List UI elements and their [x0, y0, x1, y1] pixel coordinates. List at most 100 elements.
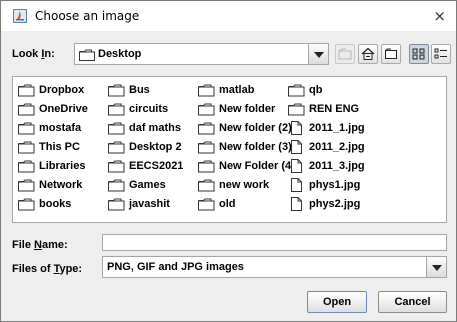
file-list-item-label: Games	[129, 179, 166, 191]
cancel-button[interactable]: Cancel	[378, 291, 447, 313]
folder-icon	[18, 197, 39, 211]
file-icon	[288, 178, 309, 192]
folder-icon	[108, 83, 129, 97]
up-one-level-button[interactable]	[335, 44, 355, 64]
file-icon	[288, 197, 309, 211]
file-list-item-label: phys1.jpg	[309, 179, 361, 191]
folder-icon	[108, 102, 129, 116]
file-list-item-label: New folder	[219, 103, 276, 115]
folder-icon	[18, 102, 39, 116]
file-type-dropdown-button[interactable]	[426, 257, 446, 277]
folder-icon	[288, 83, 309, 97]
list-view-button[interactable]	[409, 44, 429, 64]
home-button[interactable]	[358, 44, 378, 64]
folder-icon	[18, 178, 39, 192]
file-list-item-label: circuits	[129, 103, 169, 115]
file-list-item[interactable]: OneDrive	[18, 101, 88, 117]
window-title: Choose an image	[35, 9, 140, 23]
file-list-item[interactable]: Dropbox	[18, 82, 84, 98]
folder-icon	[108, 121, 129, 135]
file-list-item[interactable]: phys2.jpg	[288, 196, 360, 212]
file-list-item[interactable]: 2011_2.jpg	[288, 139, 365, 155]
file-list-item[interactable]: Desktop 2	[108, 139, 182, 155]
folder-icon	[18, 83, 39, 97]
file-list-item-label: old	[219, 198, 236, 210]
file-list-item[interactable]: New folder	[198, 101, 275, 117]
file-list-item[interactable]: javashit	[108, 196, 170, 212]
file-list-item-label: EECS2021	[129, 160, 184, 172]
file-list-item[interactable]: New folder (3)	[198, 139, 292, 155]
close-icon[interactable]: ×	[433, 7, 446, 25]
folder-icon	[108, 159, 129, 173]
title-bar[interactable]: Choose an image ×	[1, 1, 456, 31]
folder-icon	[198, 197, 219, 211]
file-list-item-label: New Folder (4)	[219, 160, 295, 172]
file-list-item-label: Dropbox	[39, 84, 85, 96]
folder-icon	[198, 178, 219, 192]
java-app-icon	[13, 9, 27, 23]
file-list-item-label: new work	[219, 179, 270, 191]
folder-icon	[79, 49, 95, 64]
file-list[interactable]: Dropbox OneDrive mostafa This PC Libraries Ne…	[12, 76, 447, 223]
file-list-item-label: phys2.jpg	[309, 198, 361, 210]
file-type-value: PNG, GIF and JPG images	[107, 261, 244, 273]
file-list-item[interactable]: New Folder (4)	[198, 158, 295, 174]
look-in-label: Look In:	[12, 48, 55, 60]
look-in-value: Desktop	[98, 48, 142, 60]
details-view-icon	[434, 48, 447, 59]
file-list-item[interactable]: 2011_1.jpg	[288, 120, 365, 136]
up-one-level-icon	[338, 48, 352, 60]
file-list-item-label: Desktop 2	[129, 141, 182, 153]
details-view-button[interactable]	[431, 44, 451, 64]
file-list-item[interactable]: Bus	[108, 82, 150, 98]
file-list-item-label: Bus	[129, 84, 150, 96]
file-list-item[interactable]: New folder (2)	[198, 120, 292, 136]
folder-icon	[198, 159, 219, 173]
file-list-item[interactable]: daf maths	[108, 120, 181, 136]
folder-icon	[198, 83, 219, 97]
file-list-item-label: 2011_2.jpg	[309, 141, 365, 153]
file-type-label: Files of Type:	[12, 263, 83, 275]
file-list-item[interactable]: phys1.jpg	[288, 177, 360, 193]
file-icon	[288, 140, 309, 154]
file-list-item-label: books	[39, 198, 72, 210]
new-folder-button[interactable]	[381, 44, 401, 64]
file-chooser-dialog: Choose an image × Look In: Desktop Dropb…	[0, 0, 457, 322]
folder-icon	[288, 102, 309, 116]
look-in-dropdown-button[interactable]	[308, 44, 328, 64]
open-button[interactable]: Open	[307, 291, 367, 313]
file-list-item[interactable]: 2011_3.jpg	[288, 158, 365, 174]
file-list-item[interactable]: This PC	[18, 139, 80, 155]
file-list-item-label: daf maths	[129, 122, 181, 134]
folder-icon	[18, 121, 39, 135]
file-list-item[interactable]: books	[18, 196, 71, 212]
file-list-item[interactable]: Games	[108, 177, 166, 193]
file-list-item-label: 2011_1.jpg	[309, 122, 365, 134]
look-in-combo[interactable]: Desktop	[74, 43, 329, 65]
file-list-item[interactable]: Network	[18, 177, 82, 193]
file-list-item-label: 2011_3.jpg	[309, 160, 365, 172]
home-icon	[361, 47, 375, 60]
file-icon	[288, 121, 309, 135]
file-list-item-label: REN ENG	[309, 103, 360, 115]
folder-icon	[108, 197, 129, 211]
file-list-item-label: This PC	[39, 141, 80, 153]
folder-icon	[198, 121, 219, 135]
list-view-icon	[412, 48, 425, 60]
file-list-item-label: OneDrive	[39, 103, 88, 115]
file-list-item[interactable]: mostafa	[18, 120, 81, 136]
file-list-item[interactable]: new work	[198, 177, 269, 193]
file-list-item[interactable]: matlab	[198, 82, 254, 98]
folder-icon	[108, 178, 129, 192]
file-list-item-label: New folder (2)	[219, 122, 292, 134]
file-list-item[interactable]: circuits	[108, 101, 168, 117]
file-list-item[interactable]: old	[198, 196, 236, 212]
file-name-input[interactable]	[102, 234, 447, 251]
file-list-item-label: Network	[39, 179, 83, 191]
chevron-down-icon	[314, 52, 324, 58]
file-list-item[interactable]: EECS2021	[108, 158, 183, 174]
file-list-item[interactable]: qb	[288, 82, 322, 98]
file-type-combo[interactable]: PNG, GIF and JPG images	[102, 256, 447, 278]
file-list-item[interactable]: REN ENG	[288, 101, 359, 117]
file-list-item[interactable]: Libraries	[18, 158, 85, 174]
